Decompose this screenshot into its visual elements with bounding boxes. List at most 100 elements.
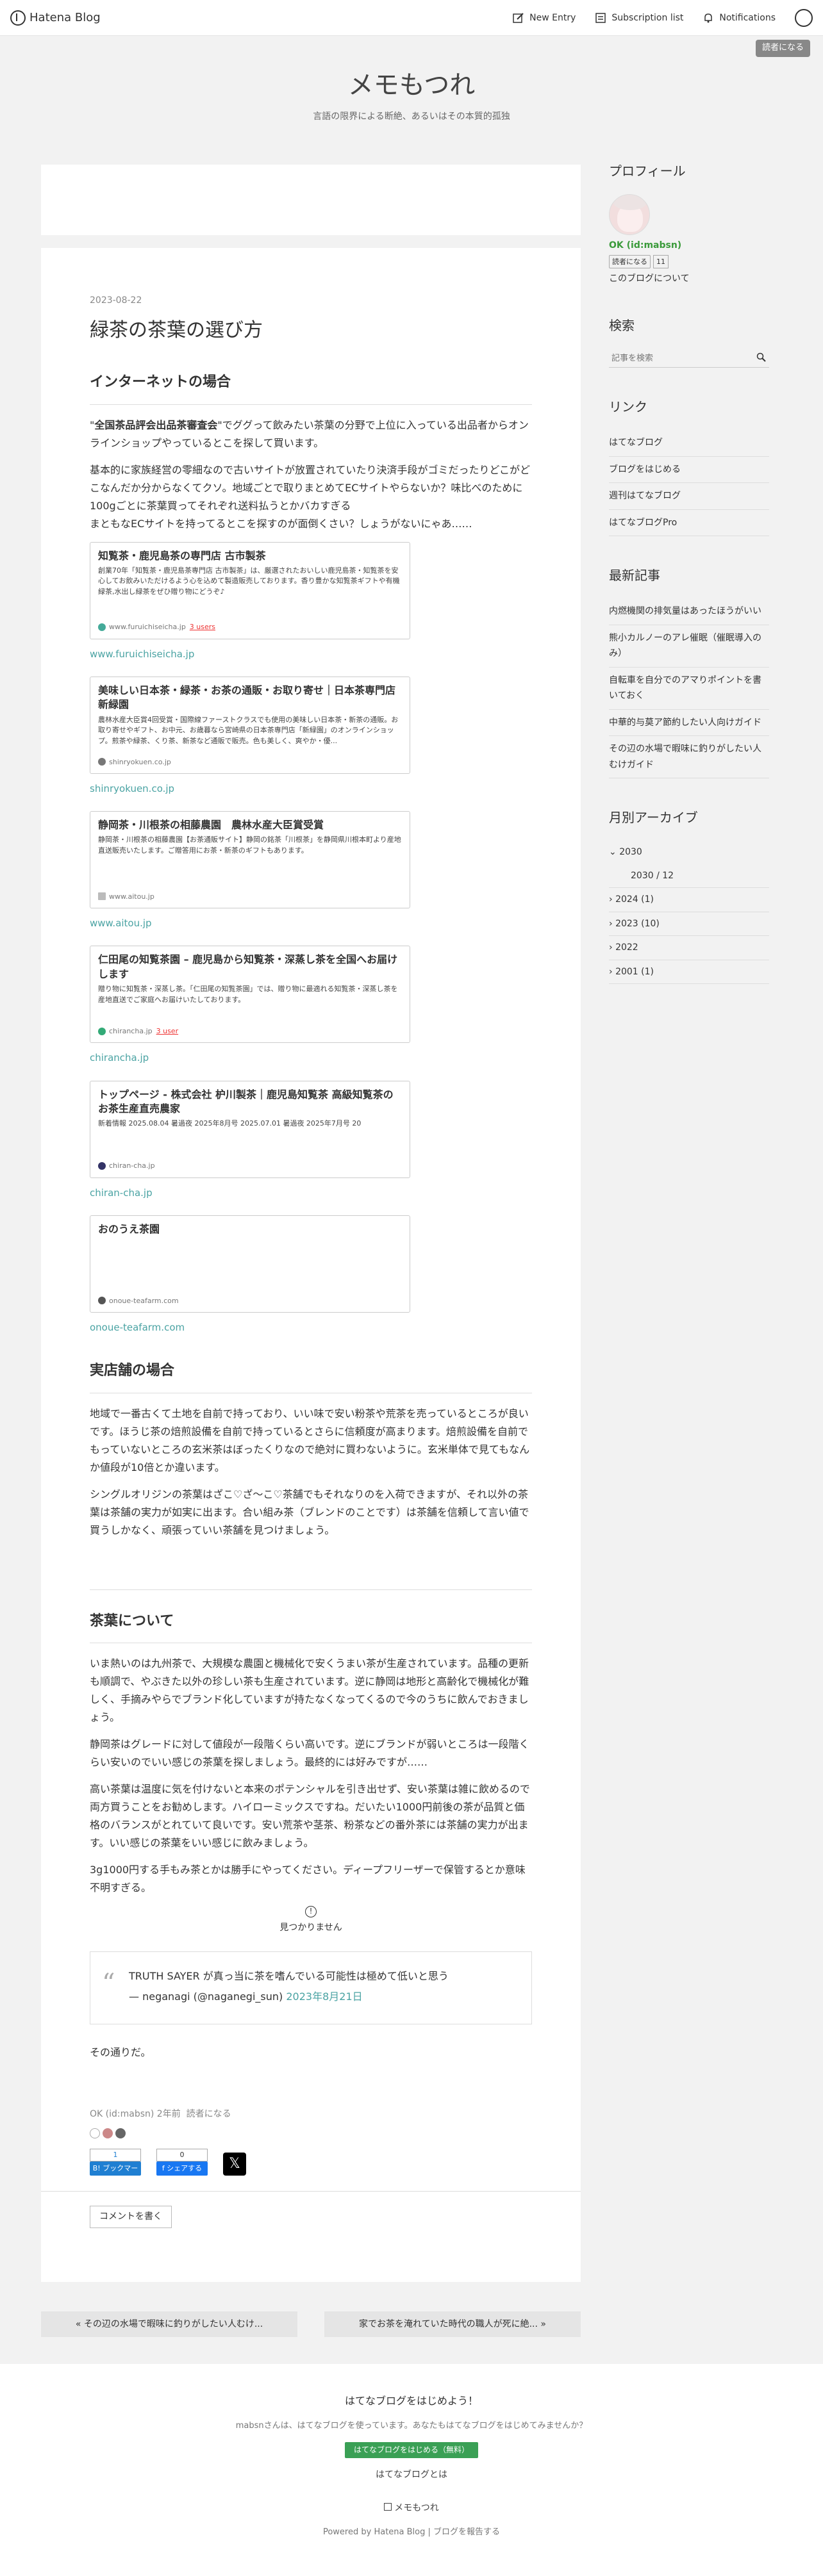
subscription-link[interactable]: Subscription list — [595, 10, 683, 26]
favicon-icon — [98, 623, 106, 631]
info-icon: ! — [305, 1906, 317, 1917]
favicon-icon — [98, 1297, 106, 1305]
bell-icon — [704, 13, 713, 23]
quote-mark-icon: “ — [102, 1968, 115, 1998]
quote-date-link[interactable]: 2023年8月21日 — [286, 1990, 362, 2003]
star-user-avatar[interactable] — [115, 2128, 126, 2138]
recent-entry-link[interactable]: 中華的与莫ア節約したい人向けガイド — [609, 710, 769, 737]
add-star-icon[interactable] — [90, 2128, 100, 2138]
footer-blog-name: メモもつれ — [394, 2503, 439, 2514]
notifications-link[interactable]: Notifications — [702, 10, 776, 26]
favicon-icon — [98, 892, 106, 901]
sidebar-link[interactable]: はてなブログ — [609, 430, 769, 457]
links-title: リンク — [609, 399, 647, 415]
embed-card[interactable]: 静岡茶・川根茶の相藤農園 農林水産大臣賞受賞 静岡茶・川根茶の相藤農園【お茶通販… — [90, 811, 410, 908]
card-description: 創業70年「知覧茶・鹿児島茶専門店 古市製茶」は、厳選されたおいしい鹿児島茶・知… — [98, 566, 400, 596]
card-site: www.aitou.jp — [98, 890, 154, 903]
about-blog-link[interactable]: このブログについて — [609, 271, 769, 287]
embed-card[interactable]: 仁田尾の知覧茶園 – 鹿児島から知覧茶・深蒸し茶を全国へお届けします 贈り物に知… — [90, 946, 410, 1044]
entry-time[interactable]: 2年前 — [157, 2109, 181, 2119]
start-blog-button[interactable]: はてなブログをはじめる（無料） — [344, 2441, 478, 2458]
embed-card[interactable]: おのうえ茶園 onoue-teafarm.com — [90, 1215, 410, 1313]
search-icon[interactable] — [756, 352, 767, 363]
hatena-bookmark-button[interactable]: B! ブックマーク — [90, 2162, 141, 2186]
facebook-share-button[interactable]: f シェアする — [156, 2162, 208, 2176]
sidebar-link[interactable]: ブログをはじめる — [609, 457, 769, 484]
entry-footer-meta: OK (id:mabsn) 2年前 読者になる — [90, 2106, 532, 2122]
paragraph: 地域で一番古くて土地を自前で持っており、いい味で安い粉茶や荒茶を売っているところ… — [90, 1407, 530, 1473]
archive-year[interactable]: › 2024 (1) — [609, 888, 769, 912]
what-is-hatena-blog-link[interactable]: はてなブログとは — [0, 2467, 823, 2483]
footer-blog-link[interactable]: メモもつれ — [0, 2500, 823, 2516]
card-site-text: chiran-cha.jp — [109, 1161, 155, 1170]
sidebar-link[interactable]: はてなブログPro — [609, 510, 769, 537]
paragraph: 基本的に家族経営の零細なので古いサイトが放置されていたり決済手段がゴミだったりど… — [90, 463, 531, 530]
bookmark-count[interactable]: 1 — [90, 2149, 141, 2162]
profile-reader-button[interactable]: 読者になる — [609, 254, 651, 268]
reader-count[interactable]: 11 — [653, 254, 669, 268]
card-site: chiran-cha.jp — [98, 1160, 155, 1172]
entry-title[interactable]: 緑茶の茶葉の選び方 — [90, 314, 532, 348]
sidebar-link[interactable]: 週刊はてなブログ — [609, 483, 769, 510]
notifications-label: Notifications — [719, 12, 776, 23]
recent-entry-link[interactable]: 自転車を自分でのアマりポイントを書いておく — [609, 668, 769, 710]
recent-entry-link[interactable]: その辺の水場で暇味に釣りがしたい人むけガイド — [609, 736, 769, 779]
social-buttons: 1 B! ブックマーク 0 f シェアする 𝕏 — [90, 2149, 532, 2186]
chevron-right-icon: › — [609, 894, 616, 905]
archive-month[interactable]: 2030 / 12 — [609, 864, 769, 889]
archive-year[interactable]: › 2001 (1) — [609, 960, 769, 985]
list-icon — [595, 13, 606, 23]
bookmark-users[interactable]: 3 users — [190, 621, 215, 633]
paragraph: "全国茶品評会出品茶審査会"でググって飲みたい茶葉の分野で上位に入っている出品者… — [90, 416, 532, 452]
embed-card[interactable]: トップページ - 株式会社 枦川製茶｜鹿児島知覧茶 高級知覧茶のお茶生産直売農家… — [90, 1080, 410, 1178]
site-link[interactable]: chirancha.jp — [90, 1049, 532, 1066]
star-area — [90, 2128, 532, 2138]
powered-by[interactable]: Powered by Hatena Blog | ブログを報告する — [0, 2525, 823, 2540]
card-site-text: www.furuichiseicha.jp — [109, 623, 186, 632]
archive-year[interactable]: › 2022 — [609, 936, 769, 960]
archive-year[interactable]: › 2023 (10) — [609, 912, 769, 937]
recent-entry-link[interactable]: 熊小カルノーのアレ催眠（催眠導入のみ） — [609, 625, 769, 668]
prev-entry-link[interactable]: « その辺の水場で暇味に釣りがしたい人むけ... — [41, 2311, 297, 2337]
profile-title: プロフィール — [609, 163, 686, 179]
profile-avatar[interactable] — [609, 194, 650, 235]
subscribe-reader-button[interactable]: 読者になる — [755, 40, 810, 57]
blog-title[interactable]: メモもつれ — [0, 63, 823, 108]
search-module: 検索 — [609, 315, 769, 368]
card-title: 美味しい日本茶・緑茶・お茶の通販・お取り寄せ｜日本茶専門店 新緑園 — [98, 684, 396, 711]
heading-store: 実店舗の場合 — [90, 1359, 532, 1393]
archive-year[interactable]: ⌄ 2030 — [609, 841, 769, 864]
write-comment-button[interactable]: コメントを書く — [90, 2206, 172, 2228]
profile-name[interactable]: OK (id:mabsn) — [609, 238, 769, 254]
next-entry-link[interactable]: 家でお茶を淹れていた時代の職人が死に絶... » — [324, 2311, 581, 2337]
paragraph: 3g1000円する手もみ茶とかは勝手にやってください。ディープフリーザーで保管す… — [90, 1864, 526, 1894]
share-count[interactable]: 0 — [156, 2149, 208, 2162]
author-link[interactable]: OK (id:mabsn) — [90, 2109, 154, 2119]
card-title: 知覧茶・鹿児島茶の専門店 古市製茶 — [98, 549, 266, 562]
search-input[interactable] — [609, 349, 750, 368]
card-description: 贈り物に知覧茶・深蒸し茶。「仁田尾の知覧茶園」では、贈り物に最適れる知覧茶・深蒸… — [98, 985, 398, 1004]
entry-date[interactable]: 2023-08-22 — [90, 293, 532, 309]
bookmark-users[interactable]: 3 user — [156, 1025, 179, 1037]
site-link[interactable]: www.furuichiseicha.jp — [90, 646, 532, 662]
star-user-avatar[interactable] — [103, 2128, 113, 2138]
card-description: 新着情報 2025.08.04 暑過夜 2025年8月号 2025.07.01 … — [98, 1119, 362, 1128]
reader-link[interactable]: 読者になる — [187, 2109, 231, 2119]
site-link[interactable]: chiran-cha.jp — [90, 1185, 532, 1201]
embed-card[interactable]: 美味しい日本茶・緑茶・お茶の通販・お取り寄せ｜日本茶専門店 新緑園 農林水産大臣… — [90, 676, 410, 774]
recent-entry-link[interactable]: 内燃機関の排気量はあったほうがいい — [609, 598, 769, 625]
global-header: Hatena Blog New Entry Subscription list … — [0, 0, 823, 36]
pencil-icon — [513, 13, 524, 23]
footer-headline: はてなブログをはじめよう！ — [344, 2395, 478, 2407]
site-link[interactable]: shinryokuen.co.jp — [90, 780, 532, 797]
x-share-icon[interactable]: 𝕏 — [223, 2153, 246, 2176]
recent-title: 最新記事 — [609, 568, 660, 584]
new-entry-link[interactable]: New Entry — [513, 10, 576, 26]
hatena-blog-logo[interactable]: Hatena Blog — [10, 8, 101, 28]
hatena-logo-icon — [10, 10, 26, 26]
user-avatar-icon[interactable] — [795, 9, 813, 27]
site-link[interactable]: onoue-teafarm.com — [90, 1319, 532, 1336]
article: 2023-08-22 緑茶の茶葉の選び方 インターネットの場合 "全国茶品評会出… — [41, 248, 581, 2282]
site-link[interactable]: www.aitou.jp — [90, 915, 532, 931]
embed-card[interactable]: 知覧茶・鹿児島茶の専門店 古市製茶 創業70年「知覧茶・鹿児島茶専門店 古市製茶… — [90, 541, 410, 639]
